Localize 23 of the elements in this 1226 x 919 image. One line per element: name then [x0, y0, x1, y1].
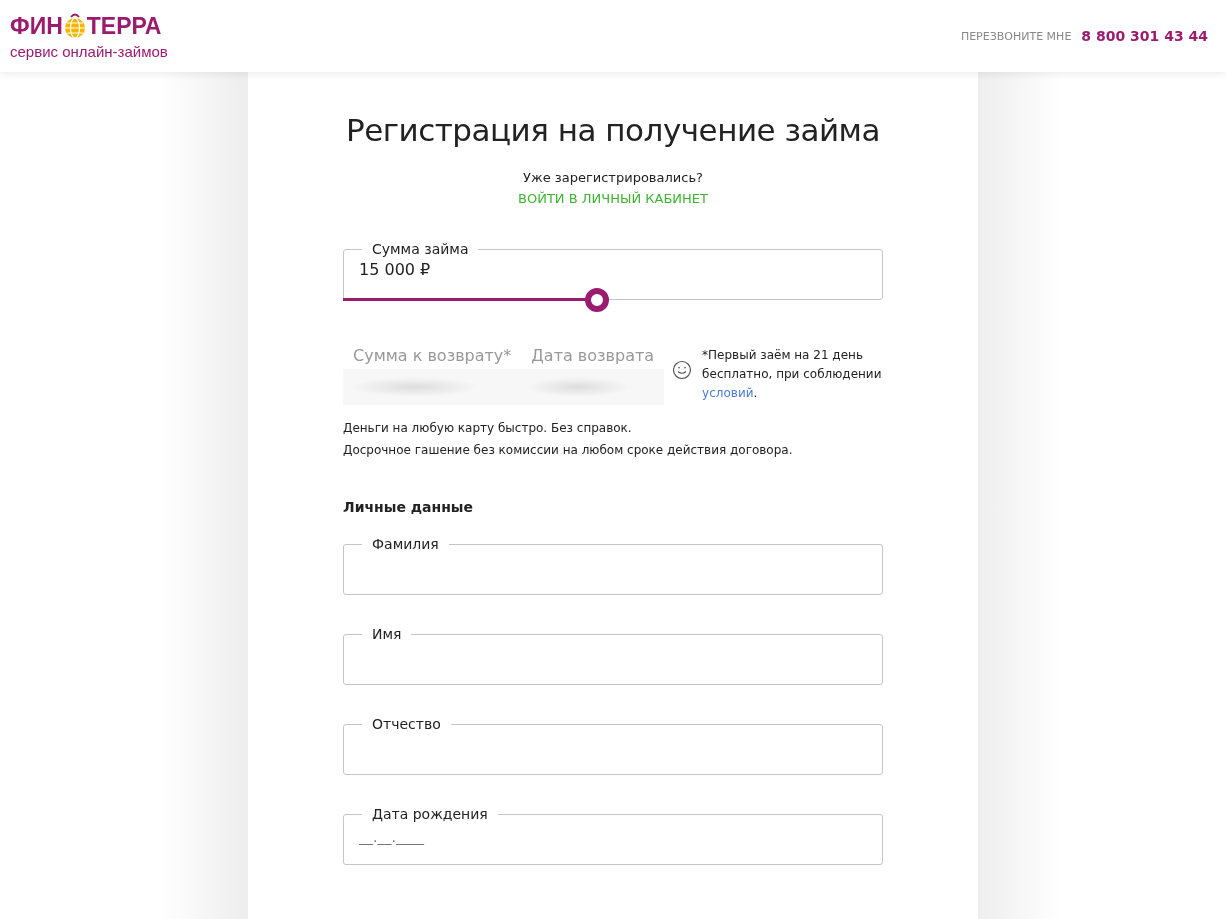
date-input[interactable]: __.__.____	[359, 829, 439, 845]
benefit-text: Деньги на любую карту быстро. Без справок.	[343, 420, 633, 437]
field-label: Дата рождения	[371, 805, 489, 823]
slider-thumb[interactable]	[584, 288, 609, 312]
free-loan-note: *Первый заём на 21 день бесплатно, при соблюдении условий.	[702, 347, 883, 402]
section-title: Личные данные	[343, 499, 474, 515]
summary-label: Дата возврата	[530, 346, 656, 365]
brand-name: ТЕРРА	[86, 14, 162, 38]
benefit-text: Досрочное гашение без комиссии на любом сроке действия договора.	[343, 442, 794, 459]
summary-label: Сумма к возврату*	[352, 346, 513, 365]
field-label: Фамилия	[371, 535, 440, 553]
page-title: Регистрация на получение займа	[345, 112, 881, 148]
loan-amount-value: 15 000 ₽	[359, 260, 432, 279]
registered-question: Уже зарегистрировались?	[522, 170, 704, 185]
brand-name: ФИН	[10, 14, 63, 38]
globe-icon	[62, 12, 87, 40]
smiley-icon	[672, 360, 693, 380]
phone-link[interactable]: 8 800 301 43 44	[1081, 28, 1208, 44]
field-label: Отчество	[371, 715, 442, 733]
field-label: Имя	[371, 625, 403, 643]
field-label: Сумма займа	[371, 240, 470, 258]
tagline: сервис онлайн-займов	[10, 43, 168, 60]
callback-link[interactable]: ПЕРЕЗВОНИТЕ МНЕ	[960, 29, 1072, 43]
